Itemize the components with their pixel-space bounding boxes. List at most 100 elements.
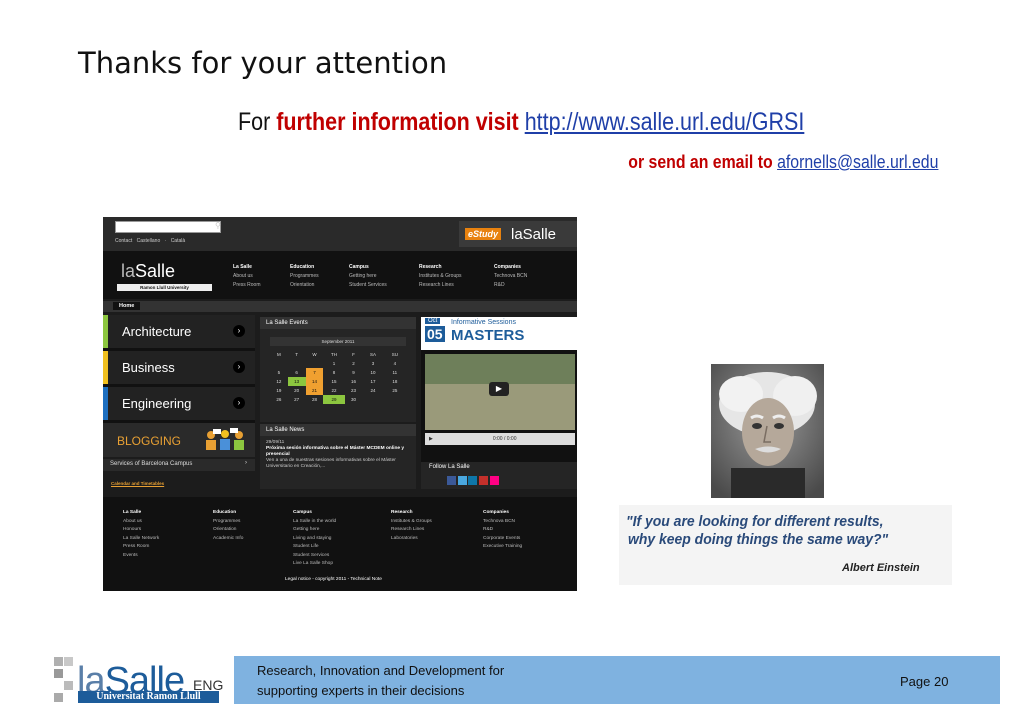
video-banner: Oct 05 Informative Sessions MASTERS — [421, 317, 577, 350]
chevron-right-icon: › — [233, 325, 245, 337]
news-item: 29/09/11 Próxima sesión informativa sobr… — [266, 440, 405, 469]
calendar-weekday: TH — [330, 352, 337, 357]
chevron-right-icon: › — [233, 361, 245, 373]
video-frame: ▶ — [425, 354, 575, 430]
site-video-panel: Oct 05 Informative Sessions MASTERS ▶ ▶ 0… — [421, 317, 577, 462]
footer-col: La Salle About us Honours La Salle Network P… — [123, 510, 160, 558]
calendar-weekday: W — [312, 352, 317, 357]
category-label: Engineering — [122, 396, 192, 411]
info-for: For — [238, 108, 271, 136]
site-logo-la: la — [121, 261, 136, 281]
site-events-panel: La Salle Events September 2011 M T W TH F SA S… — [260, 317, 416, 422]
estudy-brand: laSalle — [511, 226, 557, 243]
university-bar: Universitat Ramon Llull — [78, 691, 219, 703]
calendar-weekday: F — [352, 352, 355, 357]
site-calendar: September 2011 M T W TH F SA SU 1 2 3 4 5 6 7 8 9 10 11 12… — [270, 335, 406, 404]
linkedin-icon — [468, 476, 478, 485]
calendar-day — [270, 359, 288, 368]
site-calendar-link: Calendar and Timetables — [111, 481, 165, 486]
site-menu-col: Research Institutes & Groups Research Line… — [419, 264, 462, 288]
email-line: or send an email to afornells@salle.url.… — [628, 152, 938, 173]
site-logo-salle: Salle — [135, 261, 176, 281]
calendar-weekday: SU — [391, 352, 398, 357]
site-menu-col: La Salle About us Press Room — [233, 264, 261, 288]
site-news-panel: La Salle News 29/09/11 Próxima sesión in… — [260, 424, 416, 489]
site-home-tab: Home — [113, 302, 141, 310]
youtube-icon — [479, 476, 489, 485]
calendar-grid: M T W TH F SA SU 1 2 3 4 5 6 7 8 9 10 11 12 13 14 15 16 17 18 19 2… — [270, 350, 406, 404]
quote-author: Albert Einstein — [842, 562, 920, 574]
site-menu-col: Campus Getting here Student Services — [349, 264, 387, 288]
calendar-day: 13 — [287, 377, 306, 386]
video-month: Oct — [425, 318, 441, 324]
news-title: La Salle News — [260, 424, 416, 436]
footer-col: Research Institutes & Groups Research Line… — [391, 510, 432, 541]
calendar-day — [384, 395, 406, 404]
calendar-weekday: T — [295, 352, 299, 357]
calendar-day — [288, 359, 306, 368]
email-link[interactable]: afornells@salle.url.edu — [777, 152, 938, 172]
calendar-day: 29 — [323, 395, 345, 404]
site-follow-panel: Follow La Salle — [421, 462, 577, 489]
calendar-day: 20 — [294, 388, 300, 393]
info-emphasis: further information visit — [276, 108, 519, 136]
calendar-day: 7 — [305, 368, 324, 377]
calendar-day: 16 — [350, 379, 356, 384]
site-top-links: Contact Castellano · Català — [115, 238, 186, 244]
site-menu-col: Education Programmes Orientation — [290, 264, 319, 288]
calendar-day: 28 — [311, 397, 317, 402]
calendar-day: 14 — [305, 377, 324, 386]
calendar-day: 8 — [332, 370, 336, 375]
flickr-icon — [489, 476, 499, 485]
site-logo: laSalle — [121, 261, 175, 282]
website-screenshot: ⚲ Contact Castellano · Català eStudy laS… — [103, 217, 577, 591]
calendar-day: 12 — [276, 379, 282, 384]
site-services: Services of Barcelona Campus › — [103, 459, 255, 471]
calendar-weekday: M — [277, 352, 281, 357]
site-home-bar: Home — [103, 301, 577, 312]
calendar-day: 25 — [392, 388, 398, 393]
calendar-day: 2 — [352, 361, 355, 366]
footer-text-1: Research, Innovation and Development for — [257, 663, 505, 678]
blogging-label: BLOGGING — [117, 434, 182, 448]
facebook-icon — [447, 476, 456, 485]
calendar-day: 5 — [277, 370, 281, 375]
site-legal: Legal notice - copyright 2011 - Technica… — [285, 577, 382, 582]
quote-line-1: "If you are looking for different result… — [626, 513, 884, 530]
play-icon: ▶ — [489, 382, 509, 396]
footer-col: Education Programmes Orientation Academic I… — [213, 510, 244, 541]
site-topbar: ⚲ Contact Castellano · Català eStudy laS… — [103, 217, 577, 251]
chevron-right-icon: › — [233, 397, 245, 409]
site-blogging: BLOGGING — [103, 423, 255, 457]
info-line: For further information visit http://www… — [238, 108, 804, 137]
estudy-label: eStudy — [465, 228, 502, 240]
footer-col: Companies Technova BCN R&D Corporate Events… — [483, 510, 523, 549]
category-color-bar — [103, 387, 108, 420]
calendar-weekday: SA — [370, 352, 377, 357]
calendar-day: 9 — [352, 370, 355, 375]
website-link[interactable]: http://www.salle.url.edu/GRSI — [525, 108, 805, 136]
calendar-day: 26 — [276, 397, 282, 402]
calendar-day: 3 — [371, 361, 375, 366]
video-controls: ▶ 0:00 / 0:00 — [425, 433, 575, 445]
calendar-day — [306, 359, 324, 368]
calendar-day: 4 — [393, 361, 397, 366]
calendar-day: 22 — [331, 388, 337, 393]
footer-text-2: supporting experts in their decisions — [257, 683, 465, 698]
site-search-input — [115, 221, 221, 233]
logo-squares-icon — [54, 657, 73, 702]
follow-label: Follow La Salle — [429, 464, 470, 470]
events-title: La Salle Events — [260, 317, 416, 329]
site-footer: La Salle About us Honours La Salle Network P… — [103, 497, 577, 591]
calendar-day: 27 — [294, 397, 300, 402]
calendar-day: 24 — [370, 388, 376, 393]
quote-line-2: why keep doing things the same way?" — [628, 531, 889, 548]
calendar-day — [362, 395, 383, 404]
calendar-day: 19 — [276, 388, 282, 393]
category-color-bar — [103, 351, 108, 384]
calendar-day: 30 — [350, 397, 356, 402]
category-label: Architecture — [122, 324, 192, 339]
einstein-photo — [711, 364, 824, 498]
search-icon: ⚲ — [215, 221, 221, 230]
calendar-day: 15 — [331, 379, 337, 384]
